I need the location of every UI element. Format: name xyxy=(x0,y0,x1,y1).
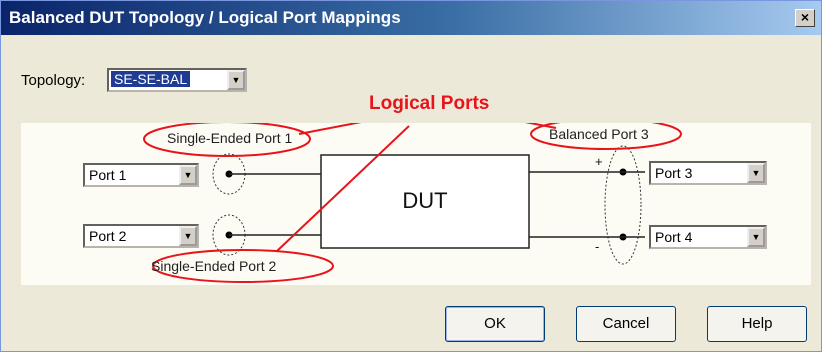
arrow-to-se-port-1 xyxy=(298,118,378,135)
logical-ports-annotation: Logical Ports xyxy=(369,93,490,114)
left-bottom-port-value: Port 2 xyxy=(89,228,127,244)
topology-label: Topology: xyxy=(21,72,86,89)
balanced-port-3-group xyxy=(604,145,642,265)
chevron-down-icon[interactable]: ▼ xyxy=(227,70,245,90)
chevron-down-icon[interactable]: ▼ xyxy=(747,227,765,247)
topology-diagram: DUT + - Single-Ended Port 1 Single-Ended… xyxy=(21,116,811,285)
title-bar[interactable]: Balanced DUT Topology / Logical Port Map… xyxy=(1,1,821,35)
ok-button[interactable]: OK xyxy=(445,306,545,342)
right-top-port-select[interactable]: Port 3 ▼ xyxy=(649,161,767,185)
balanced-port-3-label: Balanced Port 3 xyxy=(549,126,649,142)
right-bottom-port-select[interactable]: Port 4 ▼ xyxy=(649,225,767,249)
left-top-port-value: Port 1 xyxy=(89,167,127,183)
help-button[interactable]: Help xyxy=(707,306,807,342)
dialog-window: Balanced DUT Topology / Logical Port Map… xyxy=(0,0,822,352)
topology-select[interactable]: SE-SE-BAL ▼ xyxy=(107,68,247,92)
left-top-port-select[interactable]: Port 1 ▼ xyxy=(83,163,199,187)
left-bottom-port-select[interactable]: Port 2 ▼ xyxy=(83,224,199,248)
se-port-2-label: Single-Ended Port 2 xyxy=(151,258,277,274)
chevron-down-icon[interactable]: ▼ xyxy=(179,165,197,185)
dialog-title: Balanced DUT Topology / Logical Port Map… xyxy=(9,8,401,27)
close-icon: × xyxy=(800,9,810,25)
topology-diagram-svg: DUT + - Single-Ended Port 1 Single-Ended… xyxy=(143,116,682,283)
dut-label: DUT xyxy=(402,188,447,213)
minus-sign: - xyxy=(595,239,599,254)
right-top-port-value: Port 3 xyxy=(655,165,693,181)
topology-select-value: SE-SE-BAL xyxy=(109,70,192,88)
se-port-1-label: Single-Ended Port 1 xyxy=(167,130,293,146)
chevron-down-icon[interactable]: ▼ xyxy=(747,163,765,183)
right-bottom-port-value: Port 4 xyxy=(655,229,693,245)
cancel-button[interactable]: Cancel xyxy=(576,306,676,342)
chevron-down-icon[interactable]: ▼ xyxy=(179,226,197,246)
plus-sign: + xyxy=(595,154,603,169)
close-button[interactable]: × xyxy=(795,9,815,27)
